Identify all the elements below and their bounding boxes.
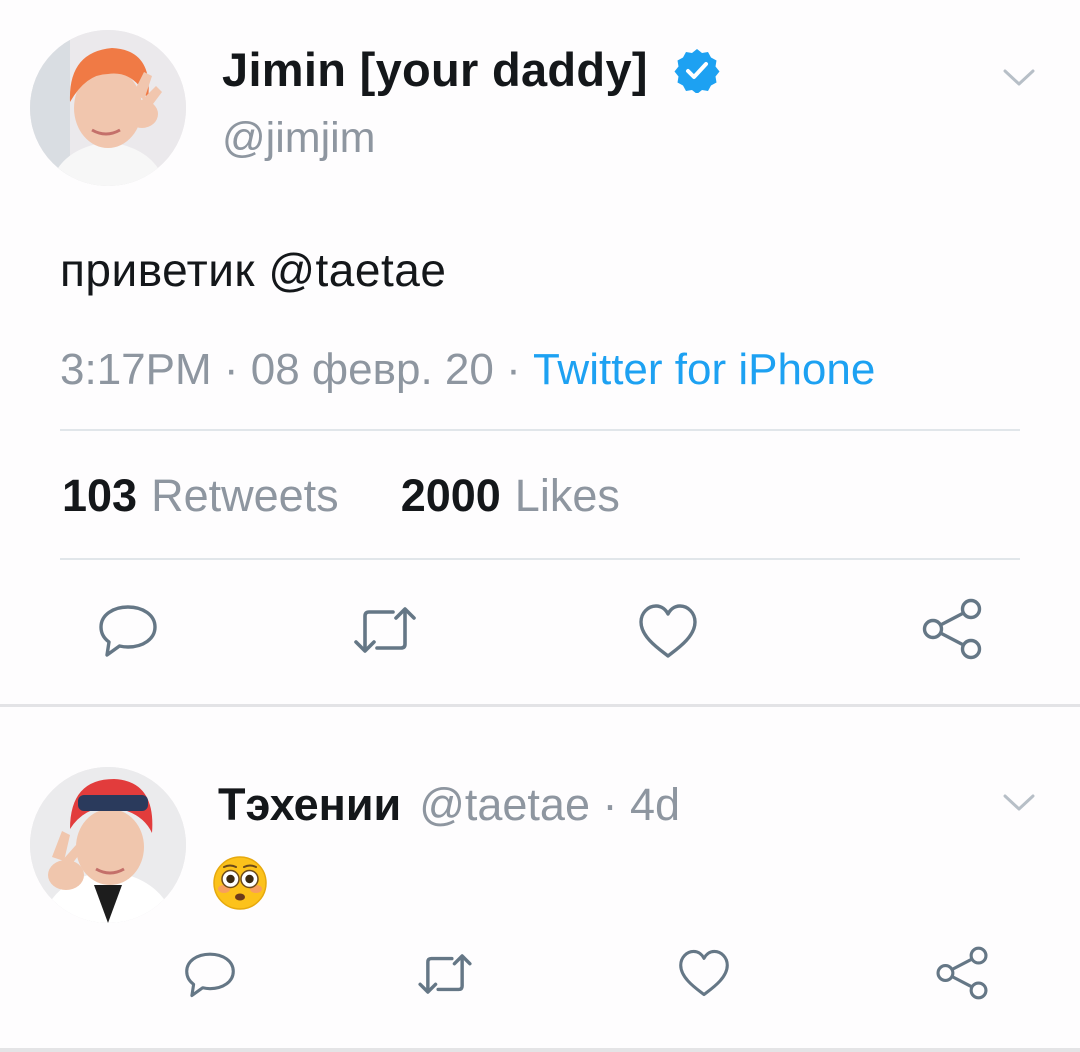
- retweets-stat[interactable]: 103 Retweets: [62, 470, 339, 522]
- reply-display-name[interactable]: Тэхении: [218, 779, 401, 830]
- meta-separator: ·: [223, 345, 251, 394]
- reply-header: Тэхении @taetae · 4d: [218, 779, 680, 831]
- reply-button[interactable]: [96, 600, 160, 660]
- retweet-button[interactable]: [352, 600, 418, 660]
- meta-separator: ·: [506, 345, 533, 394]
- likes-stat[interactable]: 2000 Likes: [401, 470, 620, 522]
- chevron-down-icon[interactable]: [1002, 791, 1036, 815]
- reply-handle-and-age[interactable]: @taetae · 4d: [419, 779, 680, 830]
- author-handle[interactable]: @jimjim: [222, 114, 376, 163]
- tweet-date: 08 февр. 20: [250, 345, 494, 394]
- likes-label: Likes: [514, 470, 620, 521]
- author-display-name[interactable]: Jimin [your daddy]: [222, 42, 648, 97]
- retweets-label: Retweets: [151, 470, 339, 521]
- flushed-face-emoji: [213, 856, 267, 910]
- divider: [60, 429, 1020, 431]
- reply-icon: [99, 605, 157, 657]
- reply-share-button[interactable]: [934, 943, 990, 1003]
- like-button[interactable]: [636, 600, 700, 662]
- share-icon: [922, 598, 982, 660]
- tweet-stats: 103 Retweets 2000 Likes: [62, 470, 620, 522]
- verified-badge-icon: [674, 47, 720, 94]
- tweet-text: приветик @taetae: [60, 244, 447, 296]
- reply-icon: [185, 952, 235, 998]
- main-tweet: Jimin [your daddy] @jimjim приветик @tae…: [0, 0, 1080, 705]
- divider: [0, 1048, 1080, 1052]
- share-icon: [936, 946, 988, 1000]
- reply-like-button[interactable]: [676, 945, 732, 1001]
- likes-count: 2000: [400, 470, 501, 521]
- divider: [60, 558, 1020, 560]
- retweet-icon: [418, 954, 472, 994]
- author-avatar-photo: [30, 30, 186, 186]
- retweet-icon: [354, 607, 416, 653]
- reply-author-avatar[interactable]: [30, 767, 186, 923]
- retweets-count: 103: [62, 470, 138, 521]
- tweet-time: 3:17PM: [60, 345, 212, 394]
- chevron-down-icon[interactable]: [1002, 66, 1036, 90]
- author-avatar[interactable]: [30, 30, 186, 186]
- reply-reply-button[interactable]: [182, 947, 238, 1001]
- like-icon: [639, 604, 697, 658]
- tweet-meta: 3:17PM · 08 февр. 20 · Twitter for iPhon…: [60, 345, 875, 395]
- share-button[interactable]: [920, 596, 984, 662]
- reply-retweet-button[interactable]: [416, 949, 474, 999]
- reply-avatar-photo: [30, 767, 186, 923]
- tweet-source-link[interactable]: Twitter for iPhone: [533, 345, 875, 394]
- like-icon: [679, 949, 729, 997]
- author-name-row: Jimin [your daddy]: [222, 42, 720, 97]
- reply-tweet: Тэхении @taetae · 4d: [0, 707, 1080, 1052]
